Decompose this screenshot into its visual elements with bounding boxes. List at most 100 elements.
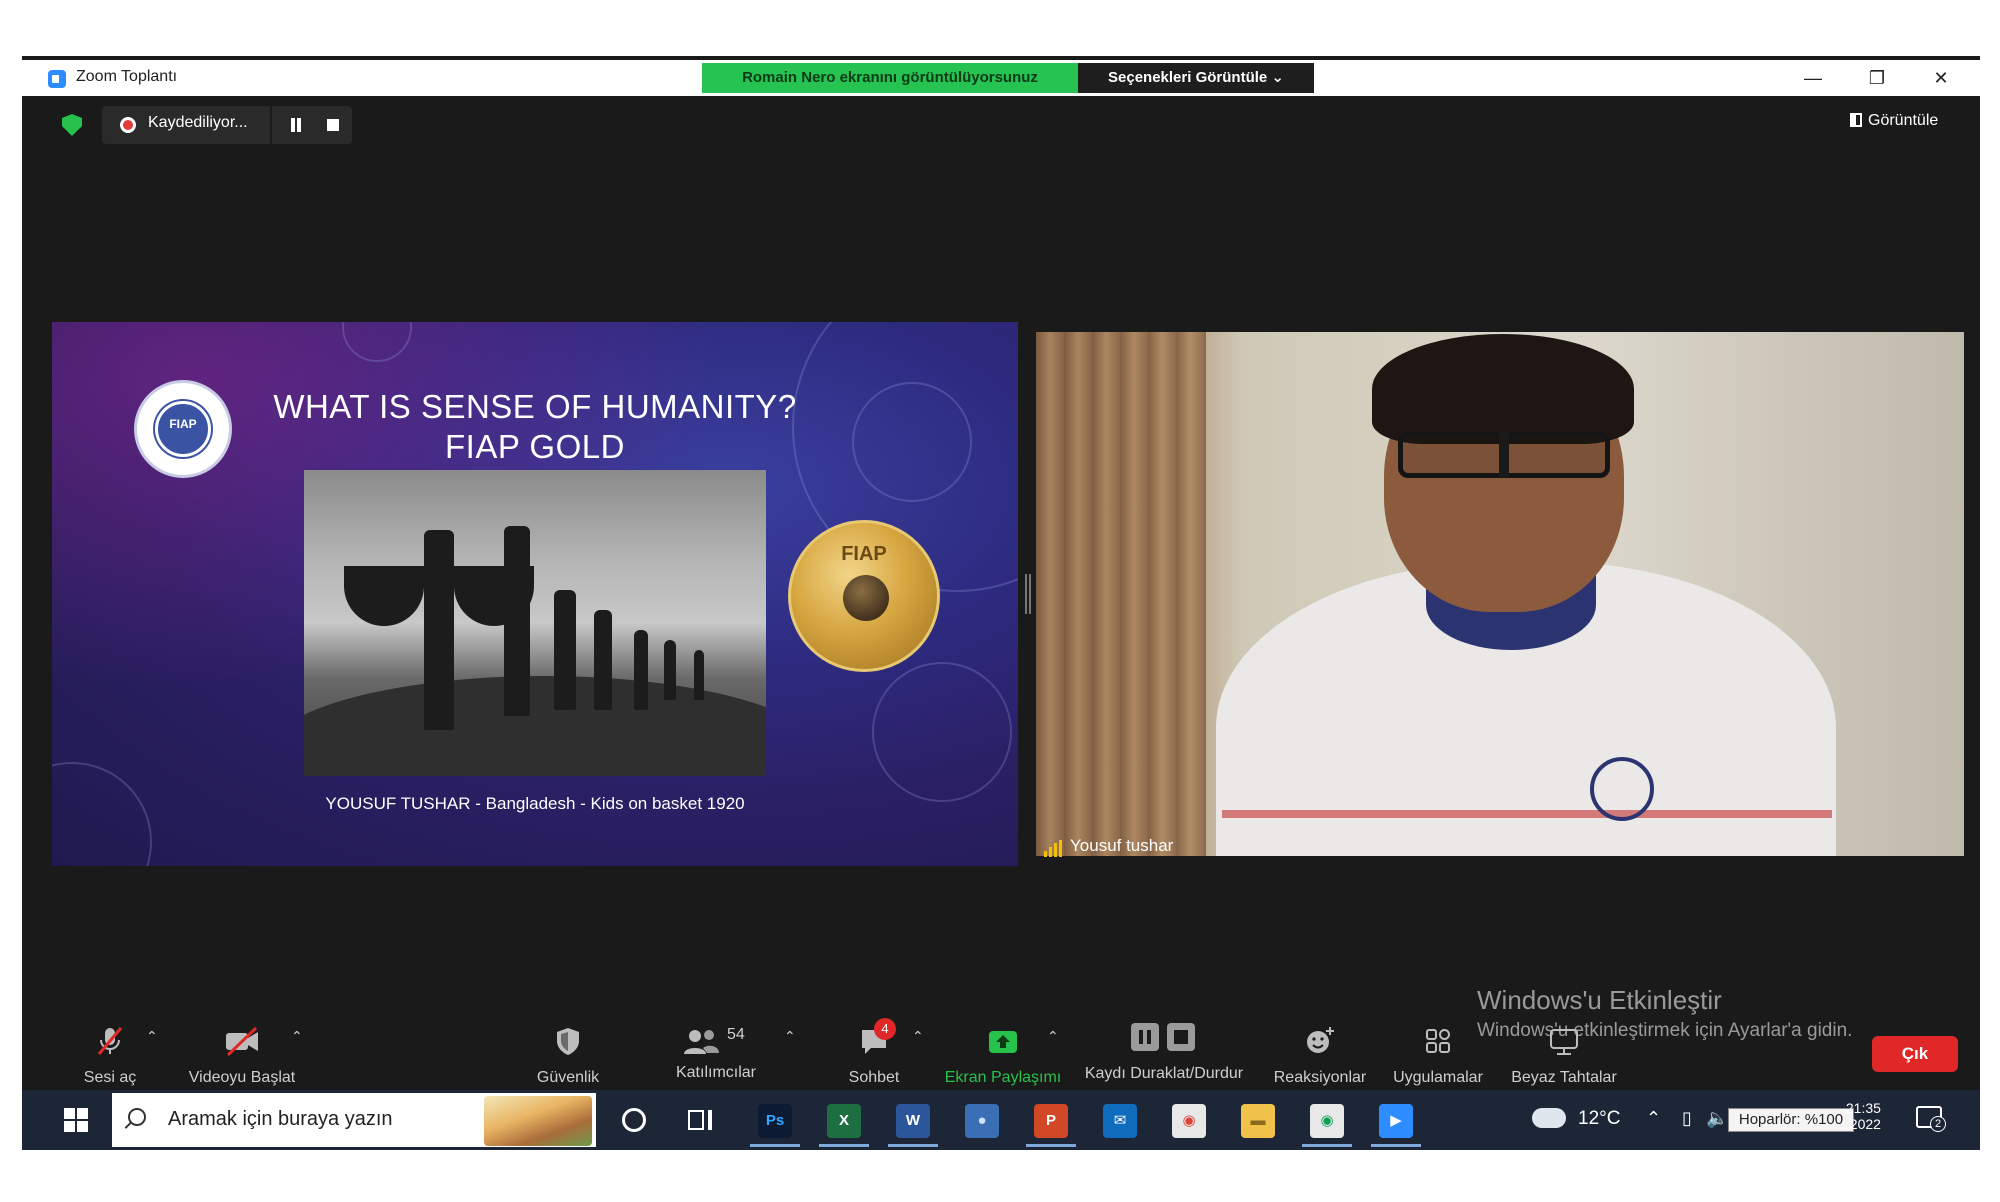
pause-stop-recording-button[interactable]: Kaydı Duraklat/Durdur	[1080, 1020, 1248, 1083]
taskbar-app-icon[interactable]: ▬	[1241, 1104, 1275, 1138]
speaker-icon[interactable]: 🔈	[1706, 1108, 1728, 1129]
taskbar-app-icon[interactable]: ◉	[1172, 1104, 1206, 1138]
photo-figure	[504, 526, 530, 716]
search-highlight-image	[484, 1096, 592, 1146]
start-video-label: Videoyu Başlat	[188, 1069, 296, 1086]
share-screen-label: Ekran Paylaşımı	[944, 1069, 1062, 1086]
view-button[interactable]: Görüntüle	[1850, 112, 1938, 130]
minimize-button[interactable]: —	[1798, 64, 1828, 92]
participants-label: Katılımcılar	[675, 1064, 756, 1081]
pause-recording-icon[interactable]	[289, 118, 303, 132]
taskbar-app-icon[interactable]: ●	[965, 1104, 999, 1138]
photo-basket	[344, 566, 424, 626]
seal-text: FIAP	[169, 417, 197, 431]
participants-options-caret-icon[interactable]: ⌃	[784, 1028, 796, 1045]
video-off-icon	[226, 1026, 258, 1057]
view-layout-icon	[1850, 113, 1862, 127]
participants-button[interactable]: 54 Katılımcılar	[664, 1024, 768, 1082]
taskbar-search-placeholder: Aramak için buraya yazın	[168, 1108, 393, 1130]
photo-figure	[664, 640, 676, 700]
stop-recording-icon[interactable]	[327, 119, 339, 131]
participants-icon	[684, 1030, 719, 1054]
participants-icon-wrap: 54	[681, 1024, 751, 1058]
medal-text: FIAP	[841, 543, 887, 565]
record-dot-icon	[120, 117, 136, 133]
person-hair	[1372, 334, 1634, 444]
taskbar-app-icon[interactable]: W	[896, 1104, 930, 1138]
windows-start-icon[interactable]	[64, 1108, 88, 1132]
taskbar-app-icon[interactable]: ✉	[1103, 1104, 1137, 1138]
taskbar-app-running-indicator	[750, 1144, 800, 1147]
usb-icon[interactable]: ▯	[1682, 1108, 1692, 1129]
leave-meeting-button[interactable]: Çık	[1872, 1036, 1958, 1072]
participants-count: 54	[727, 1026, 745, 1043]
notification-count: 2	[1930, 1116, 1946, 1132]
slide-caption: YOUSUF TUSHAR - Bangladesh - Kids on bas…	[325, 794, 745, 813]
weather-cloud-icon[interactable]	[1532, 1108, 1566, 1128]
fiap-gold-medal: FIAP	[788, 520, 940, 672]
cortana-icon[interactable]	[622, 1108, 646, 1132]
taskbar-clock[interactable]: 21:35 ..2022	[1842, 1100, 1881, 1132]
taskbar-app-icon[interactable]: X	[827, 1104, 861, 1138]
record-control-label: Kaydı Duraklat/Durdur	[1084, 1065, 1244, 1082]
chat-unread-badge: 4	[874, 1018, 896, 1040]
taskbar-app-icon[interactable]: Ps	[758, 1104, 792, 1138]
decor-ring	[872, 662, 1012, 802]
apps-button[interactable]: Uygulamalar	[1386, 1024, 1490, 1087]
reactions-smiley-icon	[1307, 1027, 1334, 1053]
notification-center-icon[interactable]: 2	[1916, 1106, 1946, 1132]
taskbar-app-running-indicator	[819, 1144, 869, 1147]
slide-photo	[304, 470, 766, 776]
shirt-emblem	[1590, 757, 1654, 821]
photo-figure	[634, 630, 648, 710]
apps-label: Uygulamalar	[1393, 1069, 1483, 1086]
chat-options-caret-icon[interactable]: ⌃	[912, 1028, 924, 1045]
close-button[interactable]: ✕	[1926, 64, 1956, 92]
participant-name: Yousuf tushar	[1070, 836, 1174, 855]
security-label: Güvenlik	[536, 1069, 600, 1086]
view-label: Görüntüle	[1868, 112, 1939, 129]
task-view-icon[interactable]	[688, 1108, 714, 1132]
reactions-label: Reaksiyonlar	[1273, 1069, 1367, 1086]
start-video-button[interactable]: Videoyu Başlat	[180, 1024, 304, 1087]
photo-figure	[694, 650, 704, 700]
video-options-caret-icon[interactable]: ⌃	[291, 1028, 303, 1045]
share-options-caret-icon[interactable]: ⌃	[1047, 1028, 1059, 1045]
photo-figure	[594, 610, 612, 710]
fiap-seal-logo: FIAP	[134, 380, 232, 478]
photo-figure	[424, 530, 454, 730]
search-icon	[128, 1108, 146, 1126]
tray-overflow-chevron-icon[interactable]: ⌃	[1646, 1108, 1661, 1129]
audio-options-caret-icon[interactable]: ⌃	[146, 1028, 158, 1045]
unmute-button[interactable]: Sesi aç	[70, 1024, 150, 1087]
view-options-button[interactable]: Seçenekleri Görüntüle ⌄	[1078, 63, 1314, 93]
whiteboard-icon	[1550, 1029, 1578, 1055]
participant-video	[1036, 332, 1964, 856]
person-glasses	[1398, 432, 1610, 478]
apps-icon	[1426, 1029, 1450, 1053]
taskbar-app-icon[interactable]: ▶	[1379, 1104, 1413, 1138]
weather-temperature: 12°C	[1578, 1108, 1621, 1129]
whiteboards-label: Beyaz Tahtalar	[1511, 1069, 1617, 1086]
recording-label: Kaydediliyor...	[148, 114, 248, 131]
taskbar-app-running-indicator	[888, 1144, 938, 1147]
reactions-button[interactable]: Reaksiyonlar	[1266, 1024, 1374, 1087]
taskbar-app-running-indicator	[1371, 1144, 1421, 1147]
medal-globe-icon	[843, 575, 889, 621]
decor-ring	[342, 322, 412, 362]
screen-share-banner: Romain Nero ekranını görüntülüyorsunuz	[702, 63, 1078, 93]
whiteboards-button[interactable]: Beyaz Tahtalar	[1504, 1024, 1624, 1087]
video-curtain	[1036, 332, 1206, 856]
restore-button[interactable]: ❐	[1862, 64, 1892, 92]
photo-figure	[554, 590, 576, 710]
taskbar-app-icon[interactable]: P	[1034, 1104, 1068, 1138]
share-screen-icon	[989, 1031, 1017, 1053]
chat-label: Sohbet	[848, 1069, 900, 1086]
decor-ring	[52, 762, 152, 866]
split-view-handle[interactable]	[1025, 574, 1031, 614]
security-button[interactable]: Güvenlik	[528, 1024, 608, 1087]
activation-watermark-title: Windows'u Etkinleştir	[1477, 985, 1722, 1015]
participant-name-tag: Yousuf tushar	[1044, 836, 1173, 857]
taskbar-app-icon[interactable]: ◉	[1310, 1104, 1344, 1138]
unmute-label: Sesi aç	[83, 1069, 137, 1086]
